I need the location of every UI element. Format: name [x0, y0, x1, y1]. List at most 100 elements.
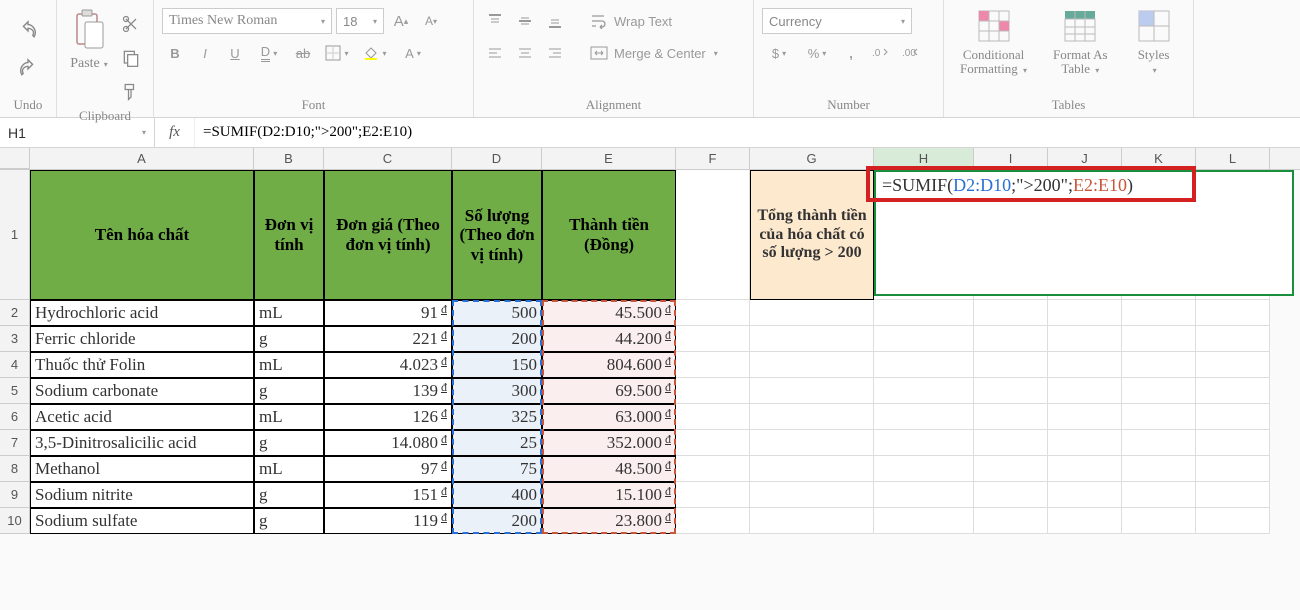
- cell-L4[interactable]: [1196, 352, 1270, 378]
- cell-G1[interactable]: Tổng thành tiền của hóa chất có số lượng…: [750, 170, 874, 300]
- align-left-button[interactable]: [482, 40, 508, 66]
- cell-H9[interactable]: [874, 482, 974, 508]
- number-format-select[interactable]: Currency▾: [762, 8, 912, 34]
- cell-E10[interactable]: 23.800 đ: [542, 508, 676, 534]
- cell-D4[interactable]: 150: [452, 352, 542, 378]
- percent-button[interactable]: %▾: [800, 40, 834, 66]
- cell-J9[interactable]: [1048, 482, 1122, 508]
- strikethrough-button[interactable]: ab: [290, 40, 316, 66]
- cell-G2[interactable]: [750, 300, 874, 326]
- cell-G3[interactable]: [750, 326, 874, 352]
- currency-button[interactable]: $▾: [762, 40, 796, 66]
- cell-K8[interactable]: [1122, 456, 1196, 482]
- cell-I10[interactable]: [974, 508, 1048, 534]
- cell-L5[interactable]: [1196, 378, 1270, 404]
- styles-button[interactable]: Styles▾: [1126, 4, 1182, 79]
- cell-E3[interactable]: 44.200 đ: [542, 326, 676, 352]
- cell-I6[interactable]: [974, 404, 1048, 430]
- cell-E1[interactable]: Thành tiền (Đồng): [542, 170, 676, 300]
- cell-A3[interactable]: Ferric chloride: [30, 326, 254, 352]
- cell-F6[interactable]: [676, 404, 750, 430]
- cell-G9[interactable]: [750, 482, 874, 508]
- redo-button[interactable]: [14, 55, 42, 83]
- cell-C9[interactable]: 151 đ: [324, 482, 452, 508]
- font-size-select[interactable]: 18▾: [336, 8, 384, 34]
- cell-F5[interactable]: [676, 378, 750, 404]
- cell-B7[interactable]: g: [254, 430, 324, 456]
- cell-E8[interactable]: 48.500 đ: [542, 456, 676, 482]
- copy-button[interactable]: [117, 44, 145, 72]
- align-bottom-button[interactable]: [542, 8, 568, 34]
- cell-I5[interactable]: [974, 378, 1048, 404]
- cell-H5[interactable]: [874, 378, 974, 404]
- cell-C10[interactable]: 119 đ: [324, 508, 452, 534]
- cell-G6[interactable]: [750, 404, 874, 430]
- cell-D2[interactable]: 500: [452, 300, 542, 326]
- cell-D3[interactable]: 200: [452, 326, 542, 352]
- cell-B6[interactable]: mL: [254, 404, 324, 430]
- borders-button[interactable]: ▾: [320, 40, 354, 66]
- cell-B4[interactable]: mL: [254, 352, 324, 378]
- font-color-button[interactable]: A▾: [396, 40, 430, 66]
- cell-K5[interactable]: [1122, 378, 1196, 404]
- cell-E9[interactable]: 15.100 đ: [542, 482, 676, 508]
- select-all-corner[interactable]: [0, 148, 30, 169]
- cell-F9[interactable]: [676, 482, 750, 508]
- cell-B9[interactable]: g: [254, 482, 324, 508]
- cell-J6[interactable]: [1048, 404, 1122, 430]
- cell-K10[interactable]: [1122, 508, 1196, 534]
- merge-center-button[interactable]: Merge & Center ▾: [584, 40, 724, 66]
- row-header-10[interactable]: 10: [0, 508, 30, 534]
- fill-color-button[interactable]: ▾: [358, 40, 392, 66]
- row-header-9[interactable]: 9: [0, 482, 30, 508]
- cell-L7[interactable]: [1196, 430, 1270, 456]
- row-header-3[interactable]: 3: [0, 326, 30, 352]
- column-header-H[interactable]: H: [874, 148, 974, 169]
- row-header-6[interactable]: 6: [0, 404, 30, 430]
- cell-H6[interactable]: [874, 404, 974, 430]
- cell-H10[interactable]: [874, 508, 974, 534]
- cell-A9[interactable]: Sodium nitrite: [30, 482, 254, 508]
- cell-F3[interactable]: [676, 326, 750, 352]
- cell-F2[interactable]: [676, 300, 750, 326]
- column-header-L[interactable]: L: [1196, 148, 1270, 169]
- cell-A7[interactable]: 3,5-Dinitrosalicilic acid: [30, 430, 254, 456]
- align-top-button[interactable]: [482, 8, 508, 34]
- cell-I9[interactable]: [974, 482, 1048, 508]
- paste-button[interactable]: Paste▾: [65, 4, 113, 74]
- cell-A10[interactable]: Sodium sulfate: [30, 508, 254, 534]
- cell-C3[interactable]: 221 đ: [324, 326, 452, 352]
- row-header-8[interactable]: 8: [0, 456, 30, 482]
- underline-button[interactable]: U: [222, 40, 248, 66]
- cell-B2[interactable]: mL: [254, 300, 324, 326]
- cell-L10[interactable]: [1196, 508, 1270, 534]
- cell-G5[interactable]: [750, 378, 874, 404]
- formula-input[interactable]: =SUMIF(D2:D10;">200";E2:E10): [195, 124, 1300, 141]
- cell-H3[interactable]: [874, 326, 974, 352]
- cell-J4[interactable]: [1048, 352, 1122, 378]
- column-header-G[interactable]: G: [750, 148, 874, 169]
- font-name-select[interactable]: Times New Roman▾: [162, 8, 332, 34]
- cell-C7[interactable]: 14.080 đ: [324, 430, 452, 456]
- cell-B8[interactable]: mL: [254, 456, 324, 482]
- increase-decimal-button[interactable]: .0: [868, 40, 894, 66]
- wrap-text-button[interactable]: Wrap Text: [584, 8, 678, 34]
- cell-E2[interactable]: 45.500 đ: [542, 300, 676, 326]
- cell-I4[interactable]: [974, 352, 1048, 378]
- row-header-7[interactable]: 7: [0, 430, 30, 456]
- column-header-I[interactable]: I: [974, 148, 1048, 169]
- row-header-2[interactable]: 2: [0, 300, 30, 326]
- align-center-button[interactable]: [512, 40, 538, 66]
- column-header-D[interactable]: D: [452, 148, 542, 169]
- cell-E5[interactable]: 69.500 đ: [542, 378, 676, 404]
- cell-C4[interactable]: 4.023 đ: [324, 352, 452, 378]
- italic-button[interactable]: I: [192, 40, 218, 66]
- cell-A4[interactable]: Thuốc thử Folin: [30, 352, 254, 378]
- decrease-font-button[interactable]: A▾: [418, 8, 444, 34]
- cut-button[interactable]: [117, 10, 145, 38]
- cell-G7[interactable]: [750, 430, 874, 456]
- align-right-button[interactable]: [542, 40, 568, 66]
- format-as-table-button[interactable]: Format AsTable ▾: [1045, 4, 1116, 79]
- name-box[interactable]: H1▾: [0, 118, 155, 147]
- cell-C2[interactable]: 91 đ: [324, 300, 452, 326]
